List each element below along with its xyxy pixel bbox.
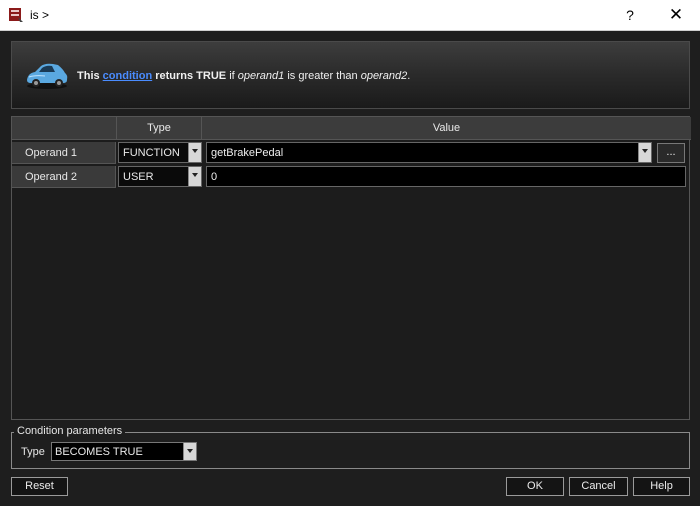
operand2-type-value: USER [123, 171, 154, 183]
operand2-value: 0 [211, 171, 218, 183]
operand1-type-value: FUNCTION [123, 147, 180, 159]
title-bar: is > ? ✕ [0, 0, 700, 31]
banner-text-prefix: This [77, 70, 103, 82]
value-column-header: Value [202, 117, 691, 140]
banner-text-greater: is greater than [284, 70, 361, 82]
operand2-label: Operand 2 [12, 166, 116, 188]
chevron-down-icon[interactable] [188, 167, 201, 186]
operand1-value-select[interactable]: getBrakePedal [206, 142, 652, 163]
chevron-down-icon[interactable] [638, 143, 651, 162]
operand2-value-input[interactable]: 0 [206, 166, 686, 187]
header-banner: This condition returns TRUE if operand1 … [11, 41, 690, 109]
operand1-value: getBrakePedal [211, 147, 284, 159]
cancel-button[interactable]: Cancel [569, 477, 628, 496]
operand-grid: Type Value Operand 1 FUNCTION getBrakePe… [11, 116, 691, 420]
chevron-down-icon[interactable] [188, 143, 201, 162]
title-help-button[interactable]: ? [614, 0, 646, 31]
condition-parameters-legend: Condition parameters [14, 425, 126, 437]
window-title: is > [30, 8, 50, 22]
condition-type-value: BECOMES TRUE [55, 446, 143, 458]
condition-type-select[interactable]: BECOMES TRUE [51, 442, 197, 461]
operand1-label: Operand 1 [12, 142, 116, 164]
chevron-down-icon[interactable] [183, 443, 196, 460]
type-column-header: Type [117, 117, 202, 140]
banner-operand2: operand2 [360, 70, 408, 82]
condition-type-label: Type [21, 446, 45, 458]
banner-text-if: if [226, 70, 238, 82]
banner-text-returns: returns TRUE [152, 70, 227, 82]
car-icon [27, 63, 68, 89]
condition-description: This condition returns TRUE if operand1 … [77, 70, 410, 82]
reset-button[interactable]: Reset [11, 477, 68, 496]
operand1-type-select[interactable]: FUNCTION [118, 142, 202, 163]
banner-text-end: . [407, 70, 411, 82]
close-button[interactable]: ✕ [656, 0, 696, 31]
app-icon [9, 8, 23, 22]
banner-operand1: operand1 [237, 70, 285, 82]
operand1-browse-button[interactable]: ... [657, 143, 685, 163]
help-button[interactable]: Help [633, 477, 690, 496]
ok-button[interactable]: OK [506, 477, 564, 496]
condition-link[interactable]: condition [103, 70, 153, 82]
grid-corner-header [12, 117, 117, 140]
operand2-type-select[interactable]: USER [118, 166, 202, 187]
